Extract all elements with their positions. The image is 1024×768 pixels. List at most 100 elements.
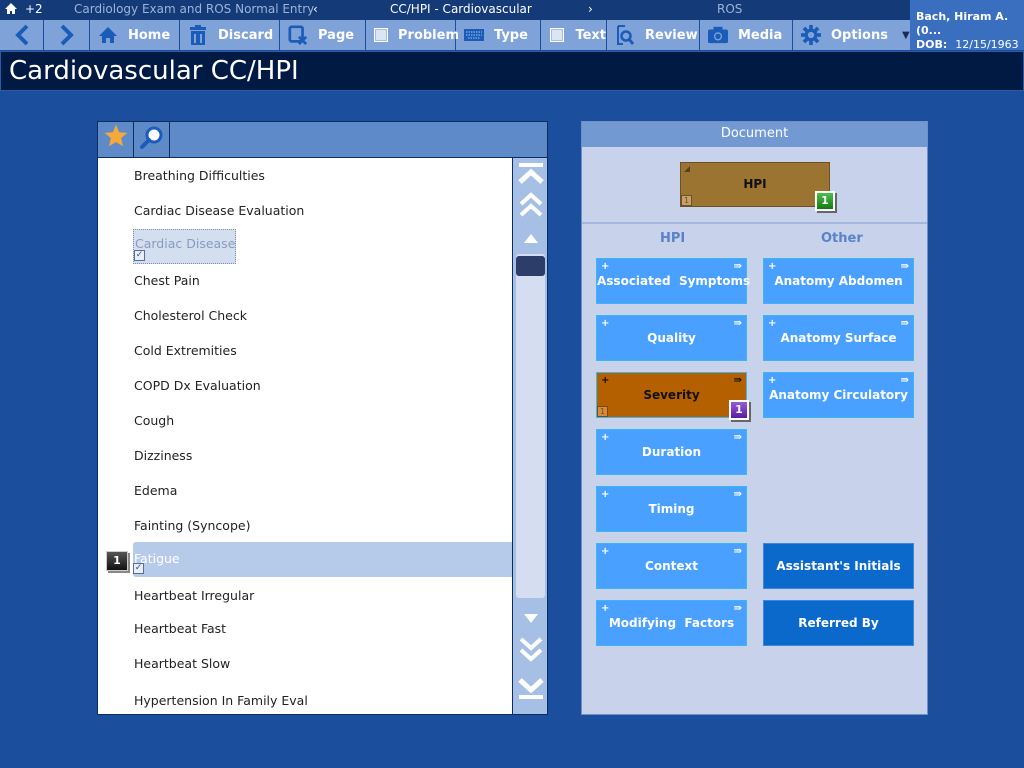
severity-button[interactable]: + ⇛ Severity 1: [596, 372, 747, 418]
breadcrumb-bar: +2 Cardiology Exam and ROS Normal Entry …: [0, 0, 910, 20]
plus-icon[interactable]: +: [601, 604, 609, 614]
complaint-list-panel: Breathing Difficulties Cardiac Disease E…: [97, 121, 548, 715]
plus-icon[interactable]: +: [768, 376, 776, 386]
list-item[interactable]: COPD Dx Evaluation: [134, 378, 261, 398]
associated-symptoms-button[interactable]: + ⇛ Associated Symptoms: [596, 258, 750, 304]
list-item-selected[interactable]: Fatigue ✓: [133, 542, 512, 577]
favorites-tab[interactable]: [98, 122, 134, 157]
page-down-button[interactable]: [513, 636, 548, 666]
modifying-factors-button[interactable]: + ⇛ Modifying Factors: [596, 600, 747, 646]
home-icon[interactable]: [4, 2, 18, 18]
chip-label: Referred By: [798, 616, 879, 630]
plus-icon[interactable]: +: [601, 376, 609, 386]
page-button-label: Page: [318, 27, 355, 43]
checkbox-icon: [549, 25, 565, 45]
list-item[interactable]: Heartbeat Fast: [134, 621, 226, 641]
severity-mini-count: 1: [597, 406, 608, 417]
back-button[interactable]: [0, 20, 44, 50]
list-item-label: Fainting (Syncope): [134, 518, 251, 533]
anatomy-surface-button[interactable]: + ⇛ Anatomy Surface: [763, 315, 914, 361]
problem-button[interactable]: Problem: [366, 20, 459, 50]
list-item[interactable]: Breathing Difficulties: [134, 168, 265, 188]
list-item[interactable]: Edema: [134, 483, 177, 503]
arrow-icon[interactable]: ⇛: [901, 376, 909, 386]
search-tab[interactable]: [134, 122, 170, 157]
hpi-column-label: HPI: [660, 231, 686, 246]
plus-icon[interactable]: +: [601, 490, 609, 500]
scroll-to-bottom-button[interactable]: [513, 674, 548, 704]
media-button[interactable]: Media: [700, 20, 793, 50]
search-icon: [139, 125, 165, 155]
arrow-icon[interactable]: ⇛: [734, 433, 742, 443]
breadcrumb-next-page[interactable]: ROS: [717, 2, 742, 16]
list-item[interactable]: Dizziness: [134, 448, 192, 468]
breadcrumb-prev-arrow[interactable]: ‹: [313, 2, 318, 16]
list-item-checked[interactable]: Cardiac Disease ✓: [133, 229, 236, 264]
arrow-icon[interactable]: ⇛: [734, 262, 742, 272]
list-item[interactable]: Hypertension In Family Eval: [134, 693, 308, 713]
checkbox-checked-icon[interactable]: ✓: [133, 563, 144, 574]
arrow-icon[interactable]: ⇛: [901, 262, 909, 272]
trash-icon: [188, 25, 208, 45]
text-button[interactable]: Text: [541, 20, 607, 50]
list-item[interactable]: Cold Extremities: [134, 343, 237, 363]
arrow-icon[interactable]: ⇛: [734, 490, 742, 500]
scroll-top-icon: [517, 163, 544, 191]
plus-icon[interactable]: +: [601, 547, 609, 557]
hpi-section-label: HPI: [743, 177, 767, 191]
context-button[interactable]: + ⇛ Context: [596, 543, 747, 589]
plus-icon[interactable]: +: [601, 262, 609, 272]
arrow-icon[interactable]: ⇛: [901, 319, 909, 329]
anatomy-circulatory-button[interactable]: + ⇛ Anatomy Circulatory: [763, 372, 914, 418]
scrollbar-thumb[interactable]: [516, 256, 545, 276]
referred-by-button[interactable]: Referred By: [763, 600, 914, 646]
plus-icon[interactable]: +: [768, 262, 776, 272]
quality-button[interactable]: + ⇛ Quality: [596, 315, 747, 361]
page-button[interactable]: Page: [280, 20, 366, 50]
review-button[interactable]: Review: [607, 20, 700, 50]
list-item[interactable]: Cardiac Disease Evaluation: [134, 203, 304, 223]
timing-button[interactable]: + ⇛ Timing: [596, 486, 747, 532]
home-button[interactable]: Home: [90, 20, 180, 50]
list-item[interactable]: Chest Pain: [134, 273, 200, 293]
scroll-up-button[interactable]: [513, 222, 548, 252]
discard-button[interactable]: Discard: [180, 20, 280, 50]
breadcrumb-previous-page[interactable]: Cardiology Exam and ROS Normal Entry: [74, 2, 314, 16]
list-item-label: Cholesterol Check: [134, 308, 247, 323]
list-item[interactable]: Cough: [134, 413, 174, 433]
plus-icon[interactable]: +: [601, 319, 609, 329]
plus-icon[interactable]: +: [768, 319, 776, 329]
scroll-to-top-button[interactable]: [513, 162, 548, 192]
list-item[interactable]: Cholesterol Check: [134, 308, 247, 328]
open-pages-count[interactable]: +2: [25, 2, 43, 16]
assistants-initials-button[interactable]: Assistant's Initials: [763, 543, 914, 589]
chevron-down-icon[interactable]: ▼: [902, 30, 910, 41]
arrow-icon[interactable]: ⇛: [734, 547, 742, 557]
plus-icon[interactable]: +: [601, 433, 609, 443]
patient-dob: DOB: 12/15/1963: [916, 38, 1024, 52]
duration-button[interactable]: + ⇛ Duration: [596, 429, 747, 475]
list-item[interactable]: Fainting (Syncope): [134, 518, 250, 538]
chip-label: Quality: [647, 331, 696, 345]
options-button[interactable]: Options ▼: [793, 20, 910, 50]
keyboard-icon: [464, 25, 484, 45]
breadcrumb-next-arrow[interactable]: ›: [588, 2, 593, 16]
page-up-button[interactable]: [513, 192, 548, 222]
list-scrollbar[interactable]: [512, 158, 547, 714]
arrow-icon[interactable]: ⇛: [734, 604, 742, 614]
list-item[interactable]: Heartbeat Slow: [134, 656, 230, 676]
problem-button-label: Problem: [398, 27, 459, 43]
type-button[interactable]: Type: [456, 20, 541, 50]
arrow-icon[interactable]: ⇛: [734, 319, 742, 329]
scrollbar-track[interactable]: [516, 254, 545, 598]
chip-label: Anatomy Surface: [780, 331, 897, 345]
forward-button[interactable]: [44, 20, 90, 50]
scroll-down-button[interactable]: [513, 602, 548, 632]
chip-label: Anatomy Circulatory: [769, 388, 908, 402]
anatomy-abdomen-button[interactable]: + ⇛ Anatomy Abdomen: [763, 258, 914, 304]
list-item[interactable]: Heartbeat Irregular: [134, 588, 254, 608]
hpi-document-section[interactable]: HPI 1: [680, 162, 830, 207]
patient-banner[interactable]: Bach, Hiram A. (0... DOB: 12/15/1963: [910, 0, 1024, 52]
arrow-icon[interactable]: ⇛: [734, 376, 742, 386]
checkbox-checked-icon[interactable]: ✓: [134, 250, 145, 261]
